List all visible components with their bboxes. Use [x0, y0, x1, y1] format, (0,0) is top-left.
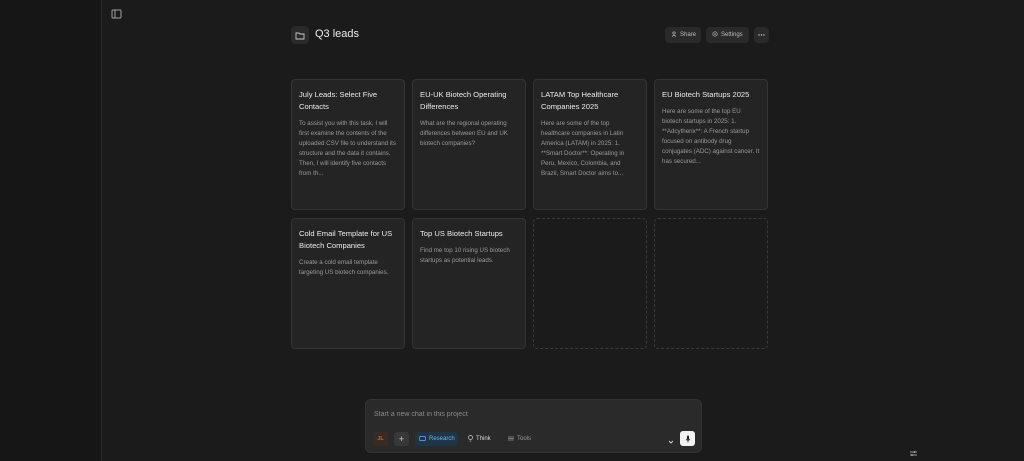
card-title: EU-UK Biotech Operating Differences: [420, 90, 507, 111]
microphone-icon: [685, 430, 691, 448]
tools-icon: [508, 436, 514, 443]
chevron-down-icon[interactable]: [666, 434, 676, 444]
more-icon: [758, 32, 765, 38]
more-options-button[interactable]: [754, 27, 769, 43]
new-chat-input[interactable]: [374, 408, 674, 420]
research-toggle[interactable]: Research: [415, 432, 458, 446]
lightbulb-icon: [468, 434, 473, 444]
empty-card-slot: [654, 218, 768, 349]
plus-icon: +: [398, 434, 405, 444]
think-toggle[interactable]: Think: [464, 432, 498, 446]
chat-card[interactable]: EU Biotech Startups 2025 Here are some o…: [654, 79, 768, 210]
card-title: Cold Email Template for US Biotech Compa…: [299, 229, 393, 250]
share-button[interactable]: Share: [665, 27, 701, 43]
voice-input-button[interactable]: [680, 431, 695, 446]
card-title: Top US Biotech Startups: [420, 229, 503, 238]
empty-card-slot: [533, 218, 647, 349]
card-title: July Leads: Select Five Contacts: [299, 90, 378, 111]
card-preview: Here are some of the top healthcare comp…: [541, 120, 625, 177]
research-label: Research: [429, 436, 455, 442]
card-preview: To assist you with this task, I will fir…: [299, 120, 396, 177]
chat-card[interactable]: July Leads: Select Five Contacts To assi…: [291, 79, 405, 210]
card-preview: Create a cold email template targeting U…: [299, 259, 389, 276]
page-title: Q3 leads: [315, 28, 360, 40]
card-title: LATAM Top Healthcare Companies 2025: [541, 90, 619, 111]
share-icon: [671, 31, 677, 39]
tools-button[interactable]: Tools: [504, 432, 538, 446]
think-label: Think: [476, 436, 491, 442]
card-preview: Here are some of the top EU biotech star…: [662, 108, 760, 165]
card-preview: What are the regional operating differen…: [420, 120, 508, 147]
chat-composer: JL + Research Think Tools: [365, 399, 702, 453]
card-title: EU Biotech Startups 2025: [662, 90, 750, 99]
settings-button[interactable]: Settings: [706, 27, 749, 43]
chat-card[interactable]: Top US Biotech Startups Find me top 10 r…: [412, 218, 526, 349]
card-preview: Find me top 10 rising US biotech startup…: [420, 247, 510, 264]
gear-icon: [712, 31, 718, 39]
settings-sliders-icon[interactable]: [909, 445, 918, 456]
chat-card[interactable]: LATAM Top Healthcare Companies 2025 Here…: [533, 79, 647, 210]
share-label: Share: [680, 32, 697, 38]
sidebar-toggle-icon[interactable]: [111, 7, 123, 19]
project-header: Q3 leads Share Settings: [291, 26, 769, 45]
chat-card[interactable]: EU-UK Biotech Operating Differences What…: [412, 79, 526, 210]
left-rail: [0, 0, 102, 461]
avatar[interactable]: JL: [373, 432, 388, 446]
add-attachment-button[interactable]: +: [394, 432, 409, 446]
research-icon: [419, 435, 426, 443]
folder-icon[interactable]: [291, 26, 309, 44]
tools-label: Tools: [517, 436, 532, 442]
chat-card[interactable]: Cold Email Template for US Biotech Compa…: [291, 218, 405, 349]
settings-label: Settings: [721, 32, 743, 38]
